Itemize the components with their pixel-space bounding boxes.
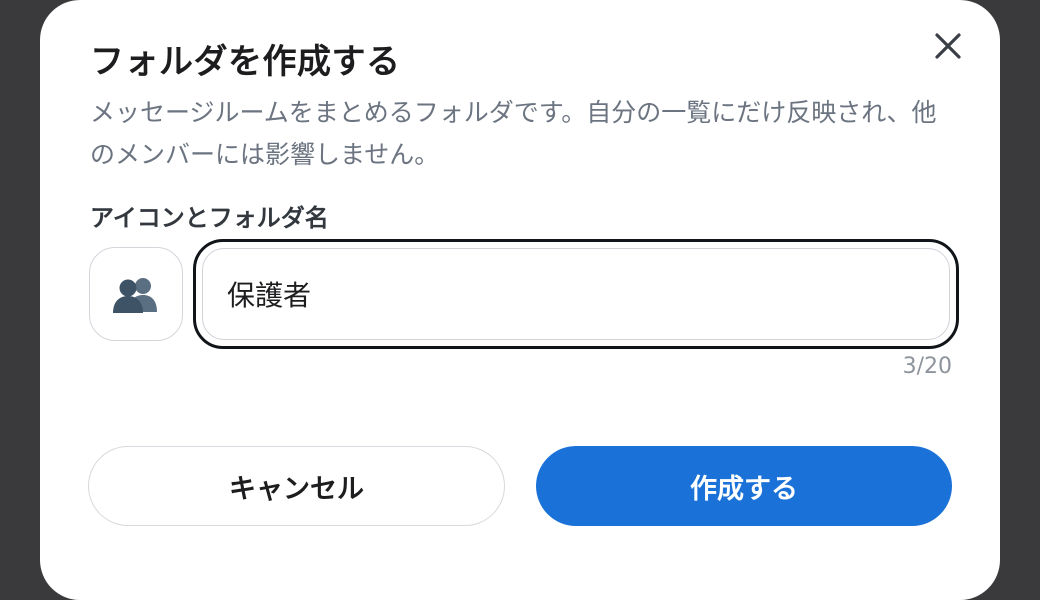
close-button[interactable] [924, 22, 972, 70]
folder-icon-picker[interactable] [89, 247, 183, 341]
folder-name-input[interactable] [202, 248, 950, 340]
icon-and-folder-name-label: アイコンとフォルダ名 [90, 204, 329, 232]
dialog-description: メッセージルームをまとめるフォルダです。自分の一覧にだけ反映され、他のメンバーに… [90, 98, 937, 169]
busts-in-silhouette-icon [113, 278, 157, 313]
cancel-button[interactable]: キャンセル [88, 446, 505, 526]
create-folder-dialog: フォルダを作成する メッセージルームをまとめるフォルダです。自分の一覧にだけ反映… [40, 0, 1000, 600]
create-button[interactable]: 作成する [536, 446, 952, 526]
close-icon [935, 33, 961, 59]
folder-name-field [193, 239, 959, 349]
char-counter: 3/20 [902, 354, 952, 379]
dialog-title: フォルダを作成する [90, 42, 401, 82]
